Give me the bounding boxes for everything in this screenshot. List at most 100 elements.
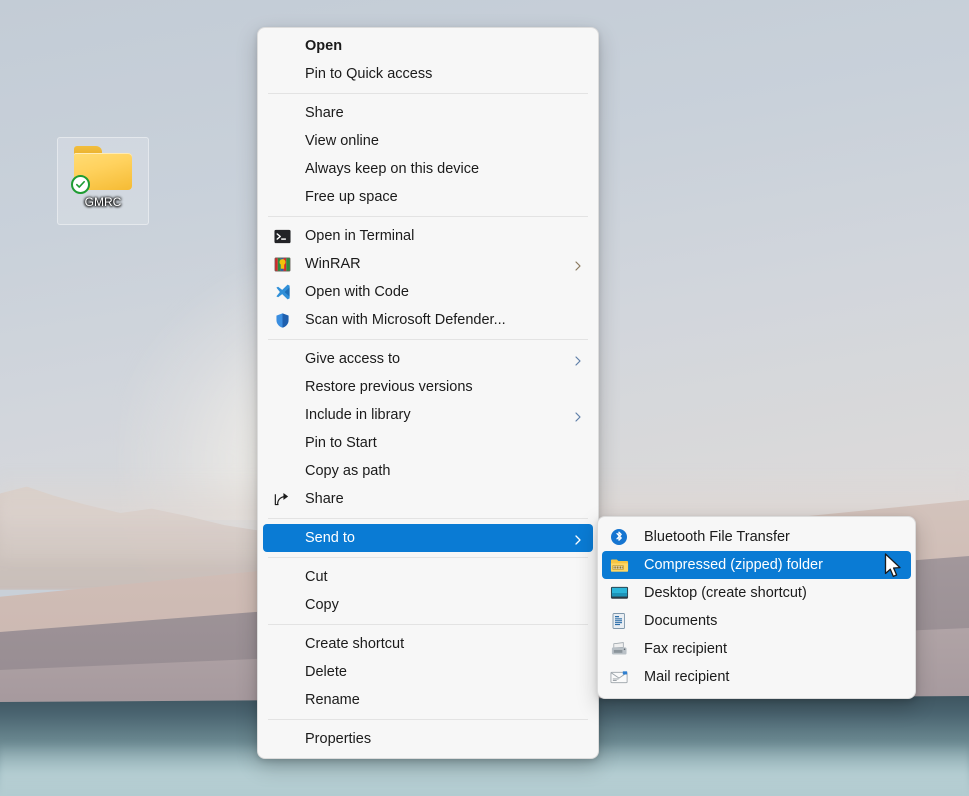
- menu-item-copy[interactable]: Copy: [263, 591, 593, 619]
- menu-item-label: Pin to Quick access: [305, 66, 433, 82]
- menu-separator: [268, 624, 588, 625]
- menu-separator: [268, 93, 588, 94]
- menu-item-label: Share: [305, 105, 344, 121]
- send-to-submenu[interactable]: Bluetooth File Transfer Compressed (zipp…: [597, 516, 916, 699]
- winrar-icon: [271, 254, 293, 274]
- documents-icon: [608, 611, 630, 631]
- menu-item-label: Free up space: [305, 189, 398, 205]
- menu-icon-slot: [271, 159, 293, 179]
- menu-item-label: View online: [305, 133, 379, 149]
- menu-item-pin-to-quick-access[interactable]: Pin to Quick access: [263, 60, 593, 88]
- menu-item-delete[interactable]: Delete: [263, 658, 593, 686]
- folder-icon: [71, 144, 132, 194]
- menu-icon-slot: [271, 528, 293, 548]
- menu-item-label: Restore previous versions: [305, 379, 473, 395]
- menu-item-scan-with-defender[interactable]: Scan with Microsoft Defender...: [263, 306, 593, 334]
- menu-item-restore-previous-versions[interactable]: Restore previous versions: [263, 373, 593, 401]
- terminal-icon: [271, 226, 293, 246]
- menu-item-open-with-code[interactable]: Open with Code: [263, 278, 593, 306]
- menu-icon-slot: [271, 461, 293, 481]
- submenu-item-desktop-create-shortcut[interactable]: Desktop (create shortcut): [602, 579, 911, 607]
- submenu-item-label: Mail recipient: [644, 669, 730, 685]
- menu-separator: [268, 518, 588, 519]
- chevron-right-icon: [573, 533, 583, 545]
- menu-item-free-up-space[interactable]: Free up space: [263, 183, 593, 211]
- menu-item-send-to[interactable]: Send to: [263, 524, 593, 552]
- menu-item-label: WinRAR: [305, 256, 361, 272]
- menu-item-give-access-to[interactable]: Give access to: [263, 345, 593, 373]
- menu-separator: [268, 719, 588, 720]
- submenu-item-mail-recipient[interactable]: Mail recipient: [602, 663, 911, 691]
- submenu-item-fax-recipient[interactable]: Fax recipient: [602, 635, 911, 663]
- menu-item-include-in-library[interactable]: Include in library: [263, 401, 593, 429]
- menu-item-copy-as-path[interactable]: Copy as path: [263, 457, 593, 485]
- bluetooth-icon: [608, 527, 630, 547]
- menu-item-label: Cut: [305, 569, 328, 585]
- menu-icon-slot: [271, 433, 293, 453]
- defender-shield-icon: [271, 310, 293, 330]
- menu-item-label: Copy: [305, 597, 339, 613]
- menu-item-rename[interactable]: Rename: [263, 686, 593, 714]
- menu-icon-slot: [271, 349, 293, 369]
- submenu-item-label: Documents: [644, 613, 718, 629]
- menu-item-pin-to-start[interactable]: Pin to Start: [263, 429, 593, 457]
- menu-icon-slot: [271, 567, 293, 587]
- submenu-item-label: Fax recipient: [644, 641, 728, 657]
- submenu-item-label: Desktop (create shortcut): [644, 585, 807, 601]
- submenu-item-compressed-zipped-folder[interactable]: Compressed (zipped) folder: [602, 551, 911, 579]
- menu-item-label: Give access to: [305, 351, 401, 367]
- menu-item-label: Delete: [305, 664, 347, 680]
- menu-icon-slot: [271, 729, 293, 749]
- menu-icon-slot: [271, 595, 293, 615]
- share-arrow-icon: [271, 489, 293, 509]
- menu-icon-slot: [271, 187, 293, 207]
- submenu-item-documents[interactable]: Documents: [602, 607, 911, 635]
- menu-item-label: Send to: [305, 530, 355, 546]
- menu-icon-slot: [271, 36, 293, 56]
- vscode-icon: [271, 282, 293, 302]
- menu-item-label: Always keep on this device: [305, 161, 480, 177]
- chevron-right-icon: [573, 410, 583, 422]
- menu-item-winrar[interactable]: WinRAR: [263, 250, 593, 278]
- file-explorer-context-menu[interactable]: Open Pin to Quick access Share View onli…: [257, 27, 599, 759]
- chevron-right-icon: [573, 259, 583, 271]
- menu-icon-slot: [271, 103, 293, 123]
- onedrive-synced-check-icon: [71, 175, 90, 194]
- menu-item-open[interactable]: Open: [263, 32, 593, 60]
- menu-item-label: Share: [305, 491, 344, 507]
- menu-icon-slot: [271, 634, 293, 654]
- submenu-item-label: Bluetooth File Transfer: [644, 529, 790, 545]
- mail-envelope-icon: [608, 667, 630, 687]
- menu-item-label: Scan with Microsoft Defender...: [305, 312, 506, 328]
- menu-item-label: Copy as path: [305, 463, 391, 479]
- menu-item-label: Properties: [305, 731, 372, 747]
- menu-item-share-bottom[interactable]: Share: [263, 485, 593, 513]
- menu-item-open-in-terminal[interactable]: Open in Terminal: [263, 222, 593, 250]
- menu-item-label: Rename: [305, 692, 360, 708]
- chevron-right-icon: [573, 354, 583, 366]
- desktop-monitor-icon: [608, 583, 630, 603]
- menu-icon-slot: [271, 662, 293, 682]
- menu-icon-slot: [271, 377, 293, 397]
- desktop-icon-gmrc[interactable]: GMRC: [57, 137, 149, 225]
- menu-item-always-keep-on-this-device[interactable]: Always keep on this device: [263, 155, 593, 183]
- menu-icon-slot: [271, 405, 293, 425]
- fax-machine-icon: [608, 639, 630, 659]
- desktop-background[interactable]: GMRC Open Pin to Quick access Share View…: [0, 0, 969, 796]
- menu-item-label: Pin to Start: [305, 435, 377, 451]
- menu-item-view-online[interactable]: View online: [263, 127, 593, 155]
- menu-icon-slot: [271, 131, 293, 151]
- menu-item-create-shortcut[interactable]: Create shortcut: [263, 630, 593, 658]
- menu-item-properties[interactable]: Properties: [263, 725, 593, 753]
- menu-separator: [268, 557, 588, 558]
- submenu-item-bluetooth-file-transfer[interactable]: Bluetooth File Transfer: [602, 523, 911, 551]
- menu-item-label: Create shortcut: [305, 636, 405, 652]
- menu-icon-slot: [271, 64, 293, 84]
- zipped-folder-icon: [608, 555, 630, 575]
- menu-icon-slot: [271, 690, 293, 710]
- desktop-icon-label: GMRC: [84, 195, 122, 209]
- menu-item-cut[interactable]: Cut: [263, 563, 593, 591]
- menu-item-share-top[interactable]: Share: [263, 99, 593, 127]
- menu-item-label: Include in library: [305, 407, 411, 423]
- menu-item-label: Open with Code: [305, 284, 409, 300]
